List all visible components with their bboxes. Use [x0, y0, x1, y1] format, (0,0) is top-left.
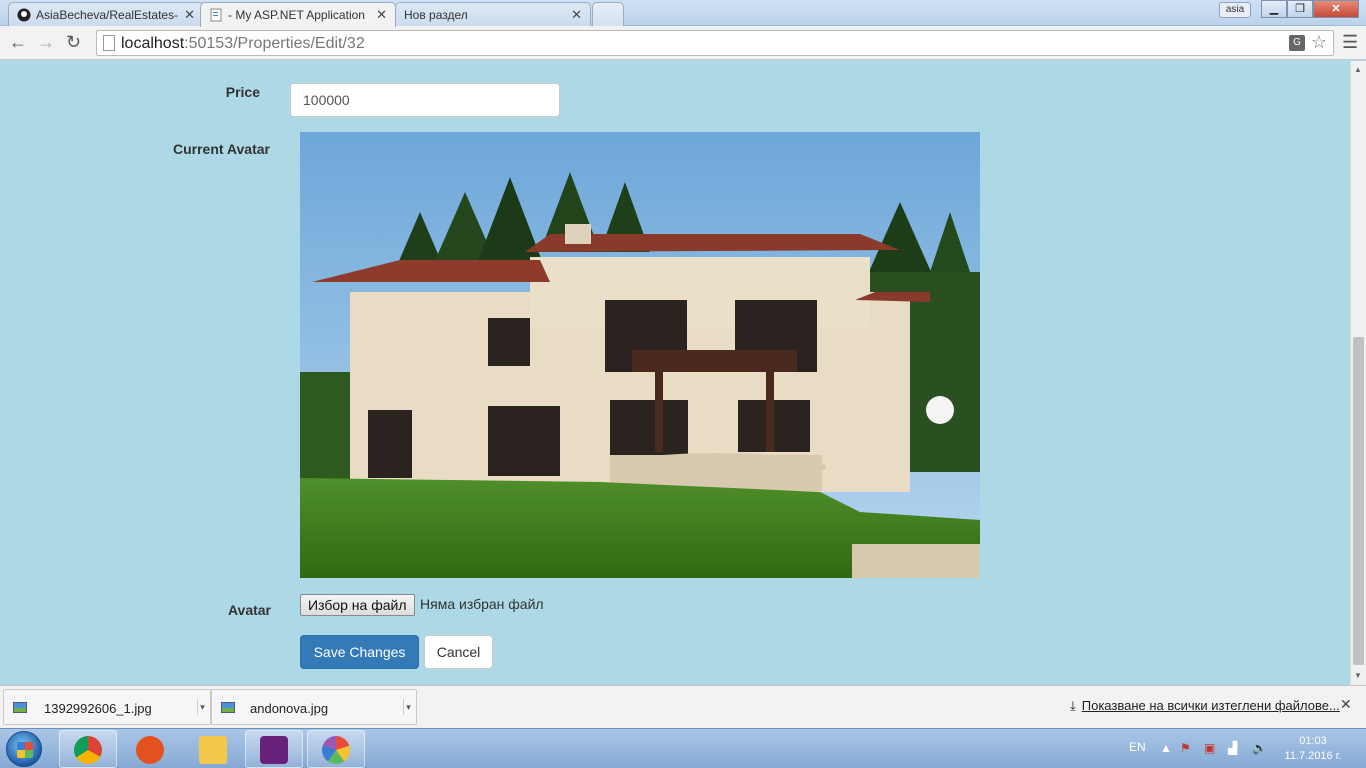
- maximize-button[interactable]: ❐: [1287, 0, 1313, 18]
- picasa-icon[interactable]: [307, 730, 365, 768]
- network-icon[interactable]: ▟: [1228, 741, 1237, 755]
- image-file-icon: [13, 702, 27, 713]
- visual-studio-logo: [260, 736, 288, 764]
- page-icon: [103, 35, 115, 51]
- filezilla-logo: [136, 736, 164, 764]
- url-host: localhost: [121, 35, 185, 52]
- tab-title: Нов раздел: [404, 8, 468, 22]
- browser-toolbar: ← → ↻ localhost:50153/Properties/Edit/32…: [0, 26, 1366, 60]
- explorer-icon[interactable]: [184, 730, 242, 768]
- page-scrollbar[interactable]: ▲ ▼: [1350, 61, 1366, 685]
- new-tab-button[interactable]: [592, 2, 624, 26]
- show-all-downloads-link[interactable]: ⤓ Показване на всички изтеглени файлове..…: [1070, 698, 1340, 714]
- windows-flag-icon: [17, 742, 33, 758]
- close-tab-icon[interactable]: ✕: [376, 7, 387, 23]
- tab-strip: AsiaBecheva/RealEstates- ✕ - My ASP.NET …: [0, 0, 1366, 27]
- close-window-button[interactable]: ✕: [1313, 0, 1359, 18]
- profile-badge[interactable]: asia: [1219, 2, 1251, 18]
- show-hidden-icons-icon[interactable]: ▲: [1160, 741, 1172, 755]
- start-button[interactable]: [6, 731, 42, 767]
- show-all-downloads-text: Показване на всички изтеглени файлове...: [1081, 698, 1340, 713]
- volume-icon[interactable]: 🔈: [1252, 741, 1267, 755]
- menu-icon[interactable]: ☰: [1342, 32, 1358, 53]
- tab-title: AsiaBecheva/RealEstates-: [36, 8, 179, 22]
- filezilla-icon[interactable]: [121, 730, 179, 768]
- scroll-up-icon[interactable]: ▲: [1354, 65, 1362, 74]
- download-item[interactable]: 1392992606_1.jpg ▾: [3, 689, 211, 725]
- back-icon[interactable]: ←: [9, 32, 27, 53]
- chrome-logo: [74, 736, 102, 764]
- clock-time: 01:03: [1299, 735, 1327, 747]
- star-icon[interactable]: ☆: [1311, 32, 1327, 53]
- avatar-label: Avatar: [227, 602, 271, 618]
- forward-icon[interactable]: →: [37, 32, 55, 53]
- address-bar[interactable]: localhost:50153/Properties/Edit/32 G ☆: [96, 30, 1334, 56]
- file-status-text: Няма избран файл: [420, 596, 544, 612]
- price-label: Price: [225, 84, 260, 100]
- translate-icon[interactable]: G: [1289, 35, 1305, 51]
- scroll-down-icon[interactable]: ▼: [1354, 671, 1362, 680]
- clock-date: 11.7.2016 г.: [1284, 750, 1342, 762]
- language-indicator[interactable]: EN: [1129, 740, 1146, 754]
- choose-file-button[interactable]: Избор на файл: [300, 594, 415, 616]
- tab-asp-net[interactable]: - My ASP.NET Application ✕: [200, 2, 396, 27]
- folder-logo: [199, 736, 227, 764]
- picasa-logo: [322, 736, 350, 764]
- github-icon: [17, 8, 31, 22]
- tab-title: - My ASP.NET Application: [228, 8, 365, 22]
- page-icon: [209, 8, 223, 22]
- close-tab-icon[interactable]: ✕: [571, 7, 582, 23]
- current-avatar-label: Current Avatar: [173, 141, 270, 157]
- chevron-down-icon[interactable]: ▾: [403, 699, 413, 715]
- reload-icon[interactable]: ↻: [66, 32, 81, 53]
- windows-taskbar: EN ▲ ⚑ ▣ ▟ 🔈 01:03 11.7.2016 г.: [0, 728, 1366, 768]
- image-file-icon: [221, 702, 235, 713]
- visual-studio-icon[interactable]: [245, 730, 303, 768]
- tab-new-section[interactable]: Нов раздел ✕: [395, 2, 591, 26]
- url-path: :50153/Properties/Edit/32: [184, 35, 365, 52]
- download-item[interactable]: andonova.jpg ▾: [211, 689, 417, 725]
- tab-github[interactable]: AsiaBecheva/RealEstates- ✕: [8, 2, 204, 26]
- close-tab-icon[interactable]: ✕: [184, 7, 195, 23]
- download-shelf: 1392992606_1.jpg ▾ andonova.jpg ▾ ⤓ Показ…: [0, 685, 1366, 728]
- page-content: Price Current Avatar: [0, 61, 1350, 685]
- current-avatar-image: [300, 132, 980, 578]
- download-icon: ⤓: [1070, 698, 1076, 713]
- system-clock[interactable]: 01:03 11.7.2016 г.: [1282, 734, 1344, 764]
- action-center-icon[interactable]: ⚑: [1180, 741, 1191, 755]
- download-filename: andonova.jpg: [250, 701, 329, 716]
- save-changes-button[interactable]: Save Changes: [300, 635, 419, 669]
- url-text: localhost:50153/Properties/Edit/32: [121, 35, 365, 53]
- price-input[interactable]: [290, 83, 560, 117]
- power-icon[interactable]: ▣: [1204, 741, 1215, 755]
- chevron-down-icon[interactable]: ▾: [197, 699, 207, 715]
- scrollbar-thumb[interactable]: [1353, 337, 1364, 665]
- close-shelf-icon[interactable]: ✕: [1340, 696, 1352, 713]
- download-filename: 1392992606_1.jpg: [44, 701, 152, 716]
- minimize-button[interactable]: ▁: [1261, 0, 1287, 18]
- cancel-button[interactable]: Cancel: [424, 635, 493, 669]
- chrome-icon[interactable]: [59, 730, 117, 768]
